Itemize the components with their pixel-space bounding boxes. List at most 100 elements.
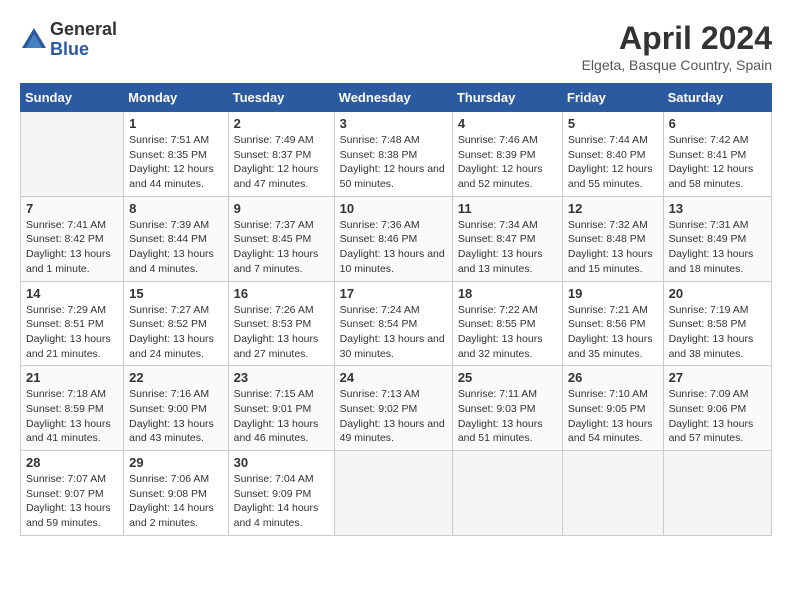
day-number: 30 (234, 455, 329, 470)
day-info: Sunrise: 7:39 AMSunset: 8:44 PMDaylight:… (129, 219, 214, 275)
calendar-cell: 22 Sunrise: 7:16 AMSunset: 9:00 PMDaylig… (124, 366, 228, 451)
column-header-sunday: Sunday (21, 84, 124, 112)
day-number: 15 (129, 286, 222, 301)
calendar-cell: 30 Sunrise: 7:04 AMSunset: 9:09 PMDaylig… (228, 451, 334, 536)
day-info: Sunrise: 7:46 AMSunset: 8:39 PMDaylight:… (458, 134, 543, 190)
logo-blue-text: Blue (50, 40, 117, 60)
day-info: Sunrise: 7:19 AMSunset: 8:58 PMDaylight:… (669, 304, 754, 360)
main-title: April 2024 (582, 20, 772, 57)
calendar-cell (663, 451, 771, 536)
day-info: Sunrise: 7:34 AMSunset: 8:47 PMDaylight:… (458, 219, 543, 275)
calendar-cell: 25 Sunrise: 7:11 AMSunset: 9:03 PMDaylig… (452, 366, 562, 451)
calendar-cell: 3 Sunrise: 7:48 AMSunset: 8:38 PMDayligh… (334, 112, 452, 197)
calendar-cell: 18 Sunrise: 7:22 AMSunset: 8:55 PMDaylig… (452, 281, 562, 366)
day-number: 13 (669, 201, 766, 216)
day-info: Sunrise: 7:15 AMSunset: 9:01 PMDaylight:… (234, 388, 319, 444)
subtitle: Elgeta, Basque Country, Spain (582, 57, 772, 73)
calendar-cell: 7 Sunrise: 7:41 AMSunset: 8:42 PMDayligh… (21, 196, 124, 281)
day-info: Sunrise: 7:42 AMSunset: 8:41 PMDaylight:… (669, 134, 754, 190)
day-number: 10 (340, 201, 447, 216)
day-info: Sunrise: 7:18 AMSunset: 8:59 PMDaylight:… (26, 388, 111, 444)
calendar-cell: 21 Sunrise: 7:18 AMSunset: 8:59 PMDaylig… (21, 366, 124, 451)
logo-general-text: General (50, 20, 117, 40)
day-info: Sunrise: 7:44 AMSunset: 8:40 PMDaylight:… (568, 134, 653, 190)
day-number: 29 (129, 455, 222, 470)
day-number: 20 (669, 286, 766, 301)
header: General Blue April 2024 Elgeta, Basque C… (20, 20, 772, 73)
day-number: 6 (669, 116, 766, 131)
calendar-cell: 15 Sunrise: 7:27 AMSunset: 8:52 PMDaylig… (124, 281, 228, 366)
calendar-cell: 12 Sunrise: 7:32 AMSunset: 8:48 PMDaylig… (562, 196, 663, 281)
calendar-cell: 1 Sunrise: 7:51 AMSunset: 8:35 PMDayligh… (124, 112, 228, 197)
calendar-cell (452, 451, 562, 536)
calendar-cell: 28 Sunrise: 7:07 AMSunset: 9:07 PMDaylig… (21, 451, 124, 536)
week-row-1: 1 Sunrise: 7:51 AMSunset: 8:35 PMDayligh… (21, 112, 772, 197)
day-number: 12 (568, 201, 658, 216)
logo-icon (20, 26, 48, 54)
day-number: 7 (26, 201, 118, 216)
day-number: 1 (129, 116, 222, 131)
day-info: Sunrise: 7:27 AMSunset: 8:52 PMDaylight:… (129, 304, 214, 360)
calendar-cell: 29 Sunrise: 7:06 AMSunset: 9:08 PMDaylig… (124, 451, 228, 536)
day-info: Sunrise: 7:26 AMSunset: 8:53 PMDaylight:… (234, 304, 319, 360)
day-info: Sunrise: 7:16 AMSunset: 9:00 PMDaylight:… (129, 388, 214, 444)
day-info: Sunrise: 7:41 AMSunset: 8:42 PMDaylight:… (26, 219, 111, 275)
day-info: Sunrise: 7:04 AMSunset: 9:09 PMDaylight:… (234, 473, 319, 529)
day-number: 14 (26, 286, 118, 301)
day-info: Sunrise: 7:49 AMSunset: 8:37 PMDaylight:… (234, 134, 319, 190)
calendar-cell: 27 Sunrise: 7:09 AMSunset: 9:06 PMDaylig… (663, 366, 771, 451)
calendar-header-row: SundayMondayTuesdayWednesdayThursdayFrid… (21, 84, 772, 112)
week-row-3: 14 Sunrise: 7:29 AMSunset: 8:51 PMDaylig… (21, 281, 772, 366)
day-info: Sunrise: 7:22 AMSunset: 8:55 PMDaylight:… (458, 304, 543, 360)
calendar-cell: 16 Sunrise: 7:26 AMSunset: 8:53 PMDaylig… (228, 281, 334, 366)
day-number: 18 (458, 286, 557, 301)
calendar-cell: 5 Sunrise: 7:44 AMSunset: 8:40 PMDayligh… (562, 112, 663, 197)
day-info: Sunrise: 7:21 AMSunset: 8:56 PMDaylight:… (568, 304, 653, 360)
calendar-cell: 6 Sunrise: 7:42 AMSunset: 8:41 PMDayligh… (663, 112, 771, 197)
day-info: Sunrise: 7:09 AMSunset: 9:06 PMDaylight:… (669, 388, 754, 444)
day-info: Sunrise: 7:29 AMSunset: 8:51 PMDaylight:… (26, 304, 111, 360)
calendar-cell: 19 Sunrise: 7:21 AMSunset: 8:56 PMDaylig… (562, 281, 663, 366)
day-info: Sunrise: 7:13 AMSunset: 9:02 PMDaylight:… (340, 388, 445, 444)
day-number: 2 (234, 116, 329, 131)
day-info: Sunrise: 7:51 AMSunset: 8:35 PMDaylight:… (129, 134, 214, 190)
day-number: 25 (458, 370, 557, 385)
column-header-monday: Monday (124, 84, 228, 112)
day-info: Sunrise: 7:32 AMSunset: 8:48 PMDaylight:… (568, 219, 653, 275)
week-row-5: 28 Sunrise: 7:07 AMSunset: 9:07 PMDaylig… (21, 451, 772, 536)
day-info: Sunrise: 7:36 AMSunset: 8:46 PMDaylight:… (340, 219, 445, 275)
day-number: 26 (568, 370, 658, 385)
day-number: 8 (129, 201, 222, 216)
calendar-cell: 20 Sunrise: 7:19 AMSunset: 8:58 PMDaylig… (663, 281, 771, 366)
day-number: 4 (458, 116, 557, 131)
calendar-cell (562, 451, 663, 536)
day-info: Sunrise: 7:06 AMSunset: 9:08 PMDaylight:… (129, 473, 214, 529)
day-number: 16 (234, 286, 329, 301)
calendar-cell: 14 Sunrise: 7:29 AMSunset: 8:51 PMDaylig… (21, 281, 124, 366)
calendar-cell (334, 451, 452, 536)
day-number: 17 (340, 286, 447, 301)
calendar-cell (21, 112, 124, 197)
calendar-cell: 10 Sunrise: 7:36 AMSunset: 8:46 PMDaylig… (334, 196, 452, 281)
day-number: 3 (340, 116, 447, 131)
calendar-cell: 4 Sunrise: 7:46 AMSunset: 8:39 PMDayligh… (452, 112, 562, 197)
day-info: Sunrise: 7:48 AMSunset: 8:38 PMDaylight:… (340, 134, 445, 190)
logo: General Blue (20, 20, 117, 60)
day-info: Sunrise: 7:31 AMSunset: 8:49 PMDaylight:… (669, 219, 754, 275)
column-header-friday: Friday (562, 84, 663, 112)
day-number: 27 (669, 370, 766, 385)
day-info: Sunrise: 7:11 AMSunset: 9:03 PMDaylight:… (458, 388, 543, 444)
column-header-tuesday: Tuesday (228, 84, 334, 112)
day-number: 5 (568, 116, 658, 131)
calendar-cell: 23 Sunrise: 7:15 AMSunset: 9:01 PMDaylig… (228, 366, 334, 451)
column-header-thursday: Thursday (452, 84, 562, 112)
title-area: April 2024 Elgeta, Basque Country, Spain (582, 20, 772, 73)
day-info: Sunrise: 7:24 AMSunset: 8:54 PMDaylight:… (340, 304, 445, 360)
day-number: 11 (458, 201, 557, 216)
day-number: 24 (340, 370, 447, 385)
calendar-cell: 9 Sunrise: 7:37 AMSunset: 8:45 PMDayligh… (228, 196, 334, 281)
week-row-2: 7 Sunrise: 7:41 AMSunset: 8:42 PMDayligh… (21, 196, 772, 281)
week-row-4: 21 Sunrise: 7:18 AMSunset: 8:59 PMDaylig… (21, 366, 772, 451)
day-number: 19 (568, 286, 658, 301)
column-header-wednesday: Wednesday (334, 84, 452, 112)
